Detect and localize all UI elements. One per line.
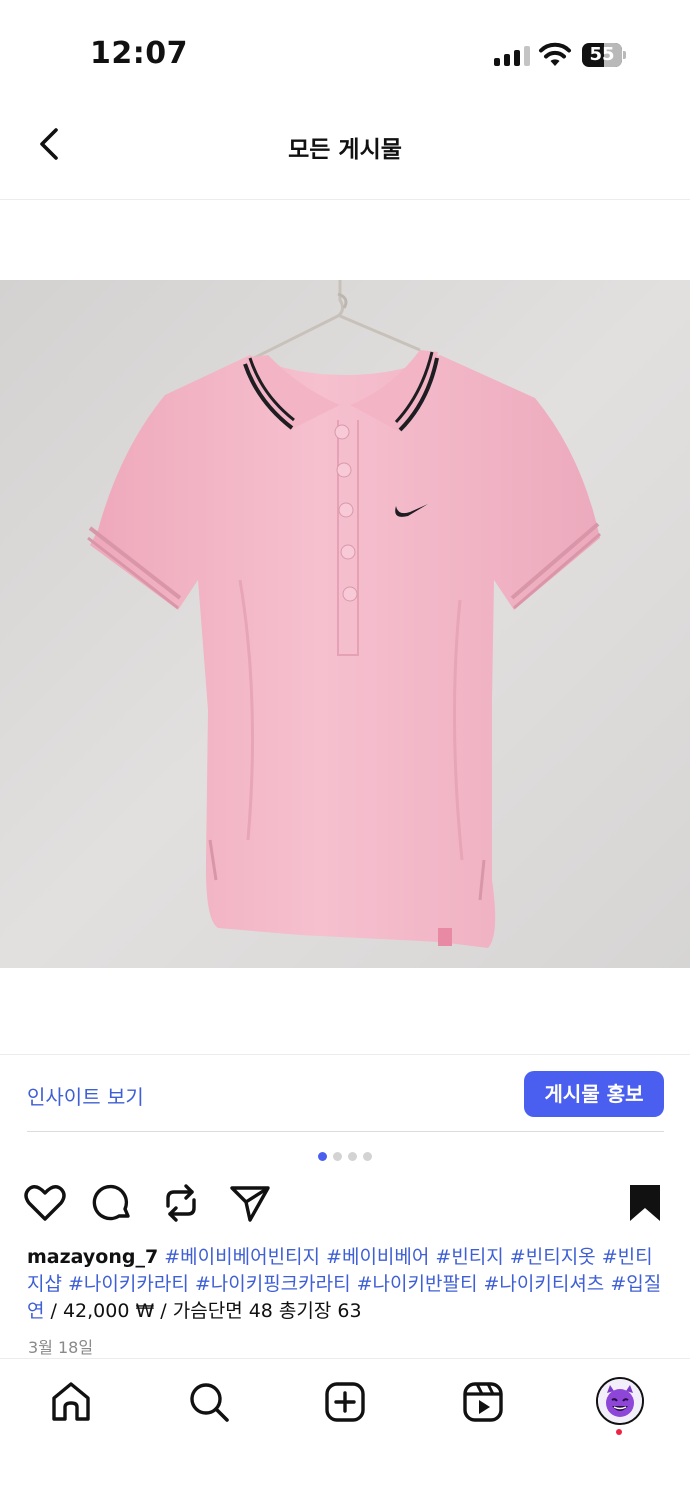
pink-polo-shirt-photo [0,280,690,968]
carousel-dot-4 [363,1152,372,1161]
create-icon[interactable] [322,1379,368,1425]
post-date: 3월 18일 [28,1338,94,1357]
battery-level: 55 [589,44,615,65]
carousel-dot-1 [318,1152,327,1161]
post-caption: mazayong_7 #베이비베어빈티지 #베이비베어 #빈티지 #빈티지옷 #… [27,1244,663,1325]
carousel-indicator [0,1152,690,1162]
carousel-dot-3 [348,1152,357,1161]
post-image[interactable] [0,280,690,968]
cellular-signal-icon [494,46,530,66]
battery-icon: 55 [582,43,626,67]
promote-post-button[interactable]: 게시물 홍보 [524,1071,664,1117]
profile-avatar[interactable] [596,1377,644,1425]
smiling-devil-avatar-icon [598,1379,642,1423]
status-bar: 12:07 55 [0,0,690,110]
share-icon[interactable] [226,1180,272,1226]
carousel-dot-2 [333,1152,342,1161]
heart-icon[interactable] [22,1180,68,1226]
divider [27,1131,664,1132]
notification-dot [616,1429,622,1435]
reels-icon[interactable] [460,1379,506,1425]
insight-row: 인사이트 보기 게시물 홍보 [0,1054,690,1132]
caption-username[interactable]: mazayong_7 [27,1246,158,1268]
repost-icon[interactable] [158,1180,204,1226]
home-icon[interactable] [48,1379,94,1425]
status-time: 12:07 [90,36,188,71]
page-title: 모든 게시물 [288,137,402,163]
wifi-icon [539,42,571,66]
bottom-tab-bar [0,1358,690,1500]
view-insights-link[interactable]: 인사이트 보기 [27,1081,144,1110]
bookmark-icon[interactable] [622,1180,668,1226]
caption-details: / 42,000 ₩ / 가슴단면 48 총기장 63 [44,1300,362,1322]
post-action-bar [0,1180,690,1226]
search-icon[interactable] [186,1379,232,1425]
nav-header: 모든 게시물 [0,110,690,200]
comment-icon[interactable] [90,1180,136,1226]
